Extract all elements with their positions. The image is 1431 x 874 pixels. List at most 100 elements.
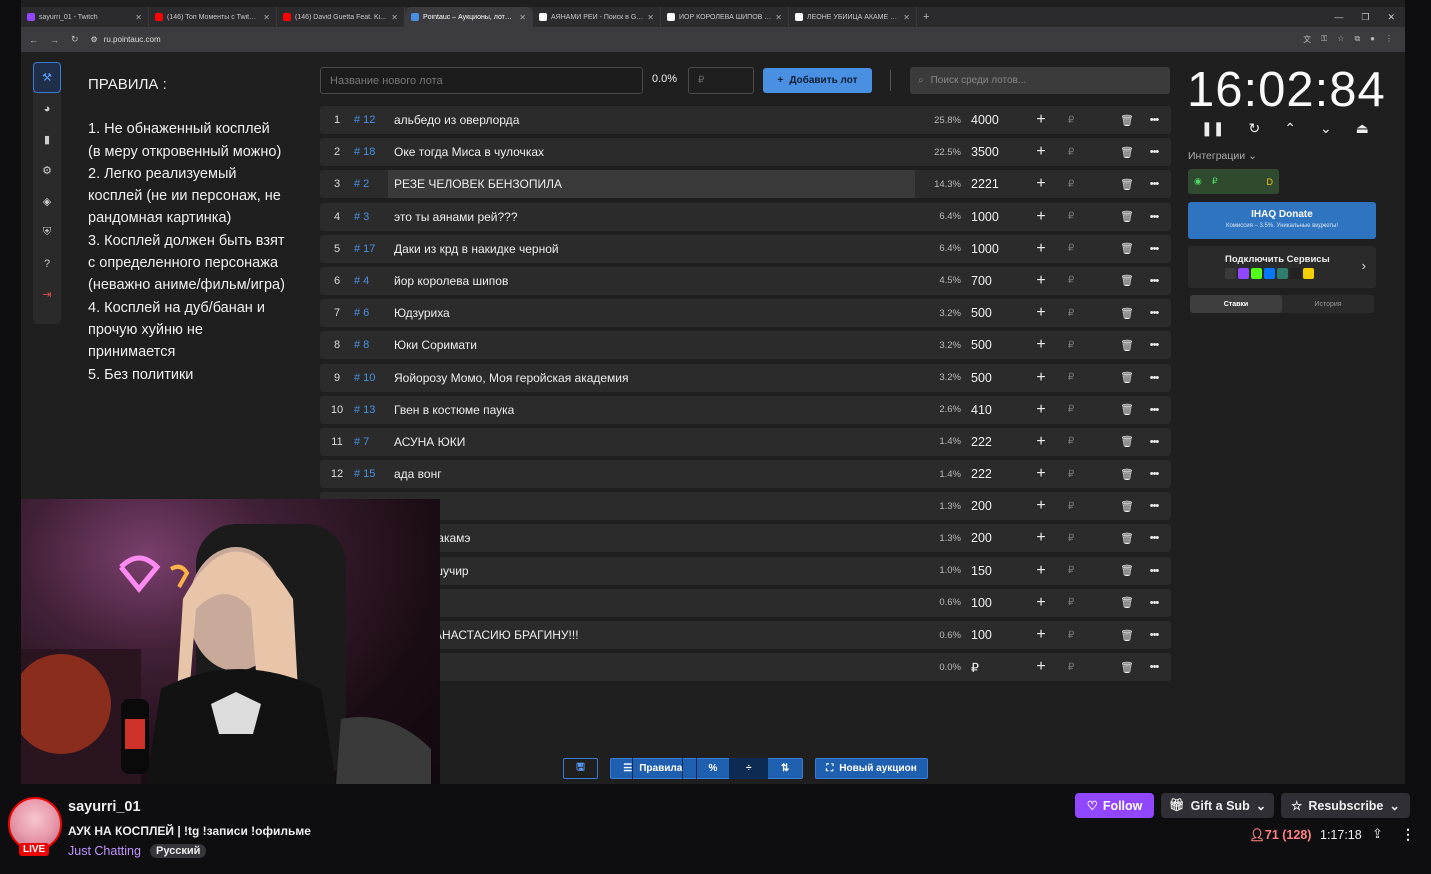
add-amount-input[interactable]: ₽ (1051, 243, 1091, 254)
lot-row[interactable]: 1.3% 200 + ₽ 🗑︎ ••• (320, 492, 1171, 521)
trash-icon[interactable]: 🗑︎ (1117, 468, 1137, 481)
more-icon[interactable]: ••• (1137, 114, 1171, 126)
browser-tab[interactable]: sayurri_01 - Twitch ✕ (21, 7, 149, 27)
more-icon[interactable]: ••• (1137, 275, 1171, 287)
more-icon[interactable]: ••• (1137, 532, 1171, 544)
add-amount-input[interactable]: ₽ (1051, 630, 1091, 641)
trash-icon[interactable]: 🗑︎ (1117, 146, 1137, 159)
add-lot-button[interactable]: + Добавить лот (763, 68, 872, 93)
more-icon[interactable]: ••• (1137, 629, 1171, 641)
close-icon[interactable]: ✕ (647, 13, 654, 22)
back-icon[interactable]: ← (29, 35, 38, 45)
more-icon[interactable]: ••• (1137, 243, 1171, 255)
lot-row[interactable]: 11 # 7 АСУНА ЮКИ 1.4% 222 + ₽ 🗑︎ ••• (320, 427, 1171, 456)
lot-name[interactable]: ада вонг (394, 460, 921, 488)
more-icon[interactable]: ••• (1137, 436, 1171, 448)
more-icon[interactable]: ••• (1137, 404, 1171, 416)
lot-name[interactable]: ие (394, 653, 921, 681)
more-icon[interactable]: ••• (1137, 372, 1171, 384)
new-auction-button[interactable]: ⛶ Новый аукцион (815, 758, 928, 779)
trash-icon[interactable]: 🗑︎ (1117, 307, 1137, 320)
integrations-dropdown[interactable]: Интеграции ⌄ (1188, 150, 1257, 162)
plus-icon[interactable]: + (1031, 336, 1051, 354)
layers-icon[interactable]: ◈ (33, 186, 61, 217)
lot-row[interactable]: 12 # 15 ада вонг 1.4% 222 + ₽ 🗑︎ ••• (320, 460, 1171, 489)
browser-tab-active[interactable]: Pointauc – Аукционы, лотереи ✕ (405, 7, 533, 27)
lot-amount[interactable]: 200 (961, 499, 1031, 513)
new-lot-input[interactable]: Название нового лота (320, 67, 643, 94)
add-amount-input[interactable]: ₽ (1051, 404, 1091, 415)
reset-icon[interactable]: ↻ (1248, 120, 1260, 137)
add-amount-input[interactable]: ₽ (1051, 340, 1091, 351)
plus-icon[interactable]: + (1031, 626, 1051, 644)
plus-icon[interactable]: + (1031, 465, 1051, 483)
add-amount-input[interactable]: ₽ (1051, 179, 1091, 190)
trash-icon[interactable]: 🗑︎ (1117, 403, 1137, 416)
lot-name[interactable]: АСУНА ЮКИ (394, 428, 921, 456)
pause-icon[interactable]: ❚❚ (1201, 120, 1224, 137)
chevron-up-icon[interactable]: ⌃ (1284, 120, 1296, 137)
lot-row[interactable]: 8 # 8 Юки Соримати 3.2% 500 + ₽ 🗑︎ ••• (320, 331, 1171, 360)
save-button[interactable]: 🖫 (563, 758, 598, 779)
lot-row[interactable]: 2 # 18 Оке тогда Миса в чулочках 22.5% 3500 +… (320, 138, 1171, 167)
tab-bets[interactable]: Ставки (1190, 295, 1282, 313)
lot-id[interactable]: # 10 (354, 372, 394, 384)
lot-id[interactable]: # 15 (354, 468, 394, 480)
add-amount-input[interactable]: ₽ (1051, 662, 1091, 673)
more-icon[interactable]: ••• (1137, 597, 1171, 609)
lot-row[interactable]: 10 # 13 Гвен в костюме паука 2.6% 410 + ₽ 🗑︎ ••• (320, 395, 1171, 424)
lot-row[interactable]: 4 # 3 это ты аянами рей??? 6.4% 1000 + ₽ 🗑︎ ••• (320, 202, 1171, 231)
lot-amount[interactable]: 1000 (961, 210, 1031, 224)
lot-row[interactable]: й на сашучир 1.0%150+₽ 🗑︎••• (320, 556, 1171, 585)
add-amount-input[interactable]: ₽ (1051, 501, 1091, 512)
lot-row[interactable]: тнер 0.6%100+₽ 🗑︎••• (320, 588, 1171, 617)
trash-icon[interactable]: 🗑︎ (1117, 242, 1137, 255)
plus-icon[interactable]: + (1031, 240, 1051, 258)
plus-icon[interactable]: + (1031, 272, 1051, 290)
close-window-icon[interactable]: ✕ (1387, 12, 1395, 23)
lot-amount[interactable]: 150 (961, 564, 1031, 578)
bar-chart-icon[interactable]: ▮ (33, 124, 61, 155)
lot-name[interactable]: й на сашучир (394, 557, 921, 585)
connect-services-button[interactable]: Подключить Сервисы › (1188, 246, 1376, 288)
lot-name[interactable]: это ты аянами рей??? (394, 203, 921, 231)
lot-name[interactable]: Даки из крд в накидке черной (394, 235, 921, 263)
lot-name[interactable] (394, 492, 921, 520)
language-tag[interactable]: Русский (150, 844, 207, 858)
close-icon[interactable]: ✕ (775, 13, 782, 22)
lot-id[interactable]: # 7 (354, 436, 394, 448)
lot-name[interactable]: йор королева шипов (394, 267, 921, 295)
channel-name[interactable]: sayurri_01 (68, 799, 141, 815)
lot-amount[interactable]: 200 (961, 531, 1031, 545)
lot-row[interactable]: ЕЙ НА АНАСТАСИЮ БРАГИНУ!!! 0.6% 100 + ₽ 🗑︎ ••• (320, 621, 1171, 649)
trash-icon[interactable]: 🗑︎ (1117, 178, 1137, 191)
reload-icon[interactable]: ↻ (71, 34, 79, 45)
trash-icon[interactable]: 🗑︎ (1117, 435, 1137, 448)
more-icon[interactable]: ••• (1137, 307, 1171, 319)
trash-icon[interactable]: 🗑︎ (1117, 210, 1137, 223)
more-icon[interactable]: ••• (1137, 468, 1171, 480)
lot-name[interactable]: Оке тогда Миса в чулочках (394, 138, 921, 166)
lot-id[interactable]: # 3 (354, 211, 394, 223)
browser-tab[interactable]: ЛЕОНЕ УБИЙЦА АКАМЕ - Пои...✕ (789, 7, 917, 27)
extensions-icon[interactable]: ⧉ (1354, 34, 1360, 45)
add-amount-input[interactable]: ₽ (1051, 115, 1091, 126)
plus-icon[interactable]: + (1031, 369, 1051, 387)
integration-toggle[interactable]: ◉ ₽ D (1188, 169, 1279, 194)
browser-tab[interactable]: АЯНАМИ РЕЙ - Поиск в Googl... ✕ (533, 7, 661, 27)
more-icon[interactable]: ••• (1137, 661, 1171, 673)
logout-icon[interactable]: ⇥ (33, 279, 61, 310)
lot-id[interactable]: # 12 (354, 114, 394, 126)
eject-icon[interactable]: ⏏ (1356, 120, 1369, 137)
lot-amount[interactable]: 4000 (961, 113, 1031, 127)
trash-icon[interactable]: 🗑︎ (1117, 500, 1137, 513)
add-amount-input[interactable]: ₽ (1051, 211, 1091, 222)
lot-row[interactable]: ие0.0%₽+₽🗑︎••• (320, 653, 1171, 682)
profile-icon[interactable]: ● (1370, 34, 1375, 45)
translate-icon[interactable]: 文 (1303, 34, 1311, 45)
lot-name[interactable]: Юдзуриха (394, 299, 921, 327)
more-icon[interactable]: ••• (1137, 339, 1171, 351)
url-field[interactable]: ⚙ ru.pointauc.com (91, 35, 161, 44)
add-amount-input[interactable]: ₽ (1051, 308, 1091, 319)
lot-name[interactable]: Юки Соримати (394, 331, 921, 359)
